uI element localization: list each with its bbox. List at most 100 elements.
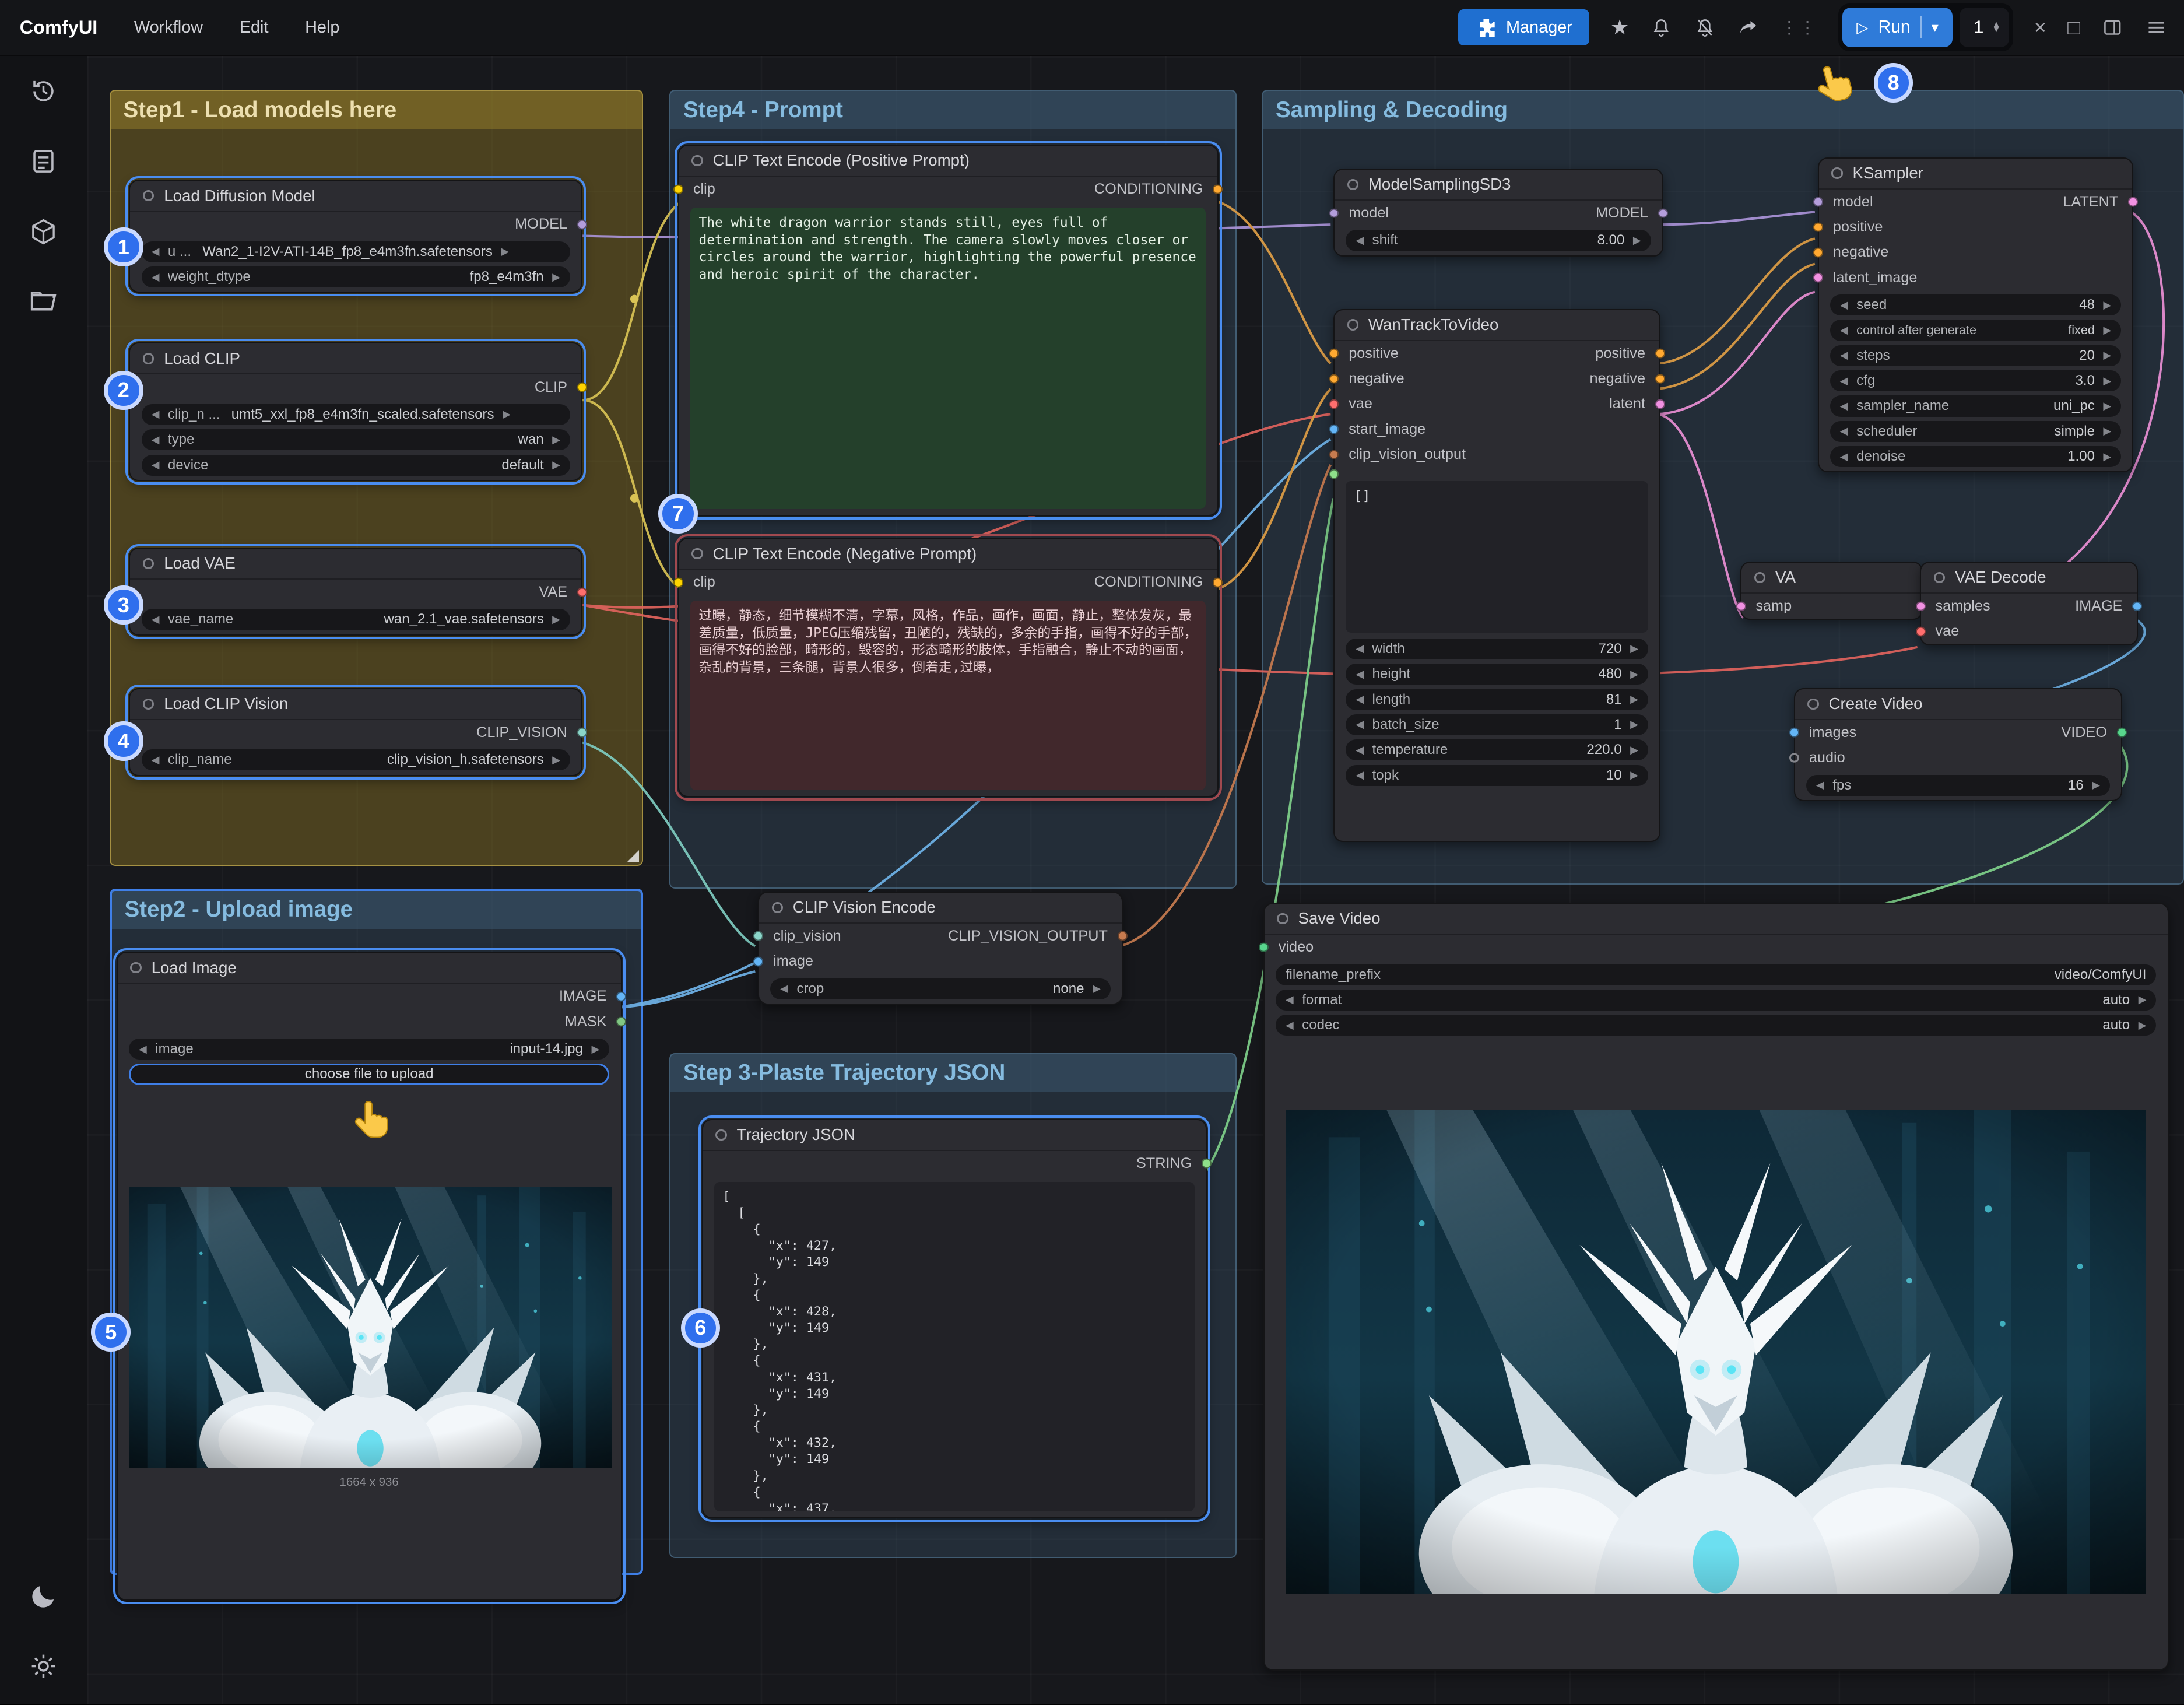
widget-shift[interactable]: ◀shift8.00▶ (1346, 230, 1651, 251)
node-wan-track-to-video[interactable]: WanTrackToVideo positive positive negati… (1333, 309, 1660, 843)
node-header[interactable]: Load CLIP (130, 343, 581, 374)
bell-icon[interactable] (1650, 16, 1673, 39)
node-header[interactable]: Save Video (1265, 904, 2168, 935)
right-arrow-icon[interactable]: ▶ (2103, 299, 2111, 311)
output-slot-latent[interactable] (1655, 399, 1665, 409)
collapse-dot[interactable] (1807, 699, 1818, 710)
widget-type[interactable]: ◀typewan▶ (142, 429, 570, 450)
right-arrow-icon[interactable]: ▶ (1093, 983, 1101, 995)
share-icon[interactable] (1737, 16, 1760, 39)
widget-fps[interactable]: ◀fps16▶ (1806, 775, 2110, 796)
node-header[interactable]: VAE Decode (1921, 563, 2136, 594)
left-arrow-icon[interactable]: ◀ (1816, 779, 1824, 791)
collapse-dot[interactable] (1934, 572, 1945, 583)
right-arrow-icon[interactable]: ▶ (2103, 400, 2111, 412)
widget-sampler-name[interactable]: ◀sampler_nameuni_pc▶ (1830, 395, 2121, 416)
node-header[interactable]: Trajectory JSON (703, 1120, 1206, 1151)
node-clip-vision-encode[interactable]: CLIP Vision Encode clip_vision CLIP_VISI… (758, 892, 1123, 1005)
right-arrow-icon[interactable]: ▶ (2103, 349, 2111, 362)
collapse-dot[interactable] (691, 155, 703, 166)
tracks-textarea[interactable]: [] (1346, 481, 1648, 633)
right-arrow-icon[interactable]: ▶ (2139, 1019, 2147, 1032)
right-arrow-icon[interactable]: ▶ (552, 613, 560, 626)
node-header[interactable]: CLIP Text Encode (Negative Prompt) (679, 539, 1217, 570)
group-resize-handle[interactable] (627, 850, 639, 862)
widget-weight-dtype[interactable]: ◀weight_dtypefp8_e4m3fn▶ (142, 266, 570, 287)
node-header[interactable]: CLIP Text Encode (Positive Prompt) (679, 146, 1217, 177)
choose-file-to-upload-button[interactable]: choose file to upload (129, 1064, 609, 1085)
widget-clip-vision-name[interactable]: ◀clip_nameclip_vision_h.safetensors▶ (142, 749, 570, 770)
left-arrow-icon[interactable]: ◀ (1840, 349, 1848, 362)
input-slot-vae[interactable] (1329, 399, 1339, 409)
right-arrow-icon[interactable]: ▶ (1630, 769, 1638, 781)
output-slot-image[interactable] (2132, 601, 2142, 611)
input-slot-clip[interactable] (673, 184, 683, 194)
positive-prompt-textarea[interactable]: The white dragon warrior stands still, e… (690, 208, 1206, 510)
node-create-video[interactable]: Create Video images VIDEO audio ◀fps16▶ (1794, 688, 2122, 801)
input-slot-negative[interactable] (1813, 247, 1823, 257)
collapse-dot[interactable] (1347, 179, 1358, 190)
maximize-icon[interactable]: □ (2067, 15, 2080, 40)
node-vae-decode-hidden[interactable]: VA samp (1740, 562, 1923, 620)
collapse-dot[interactable] (1831, 167, 1842, 178)
left-arrow-icon[interactable]: ◀ (152, 408, 160, 420)
output-slot-latent[interactable] (2128, 197, 2138, 207)
widget-image-file[interactable]: ◀imageinput-14.jpg▶ (129, 1039, 609, 1060)
node-header[interactable]: ModelSamplingSD3 (1335, 170, 1662, 201)
node-clip-text-encode-positive[interactable]: CLIP Text Encode (Positive Prompt) clip … (678, 145, 1219, 516)
left-arrow-icon[interactable]: ◀ (1840, 451, 1848, 463)
output-slot-clip-vision-output[interactable] (1118, 931, 1128, 941)
right-arrow-icon[interactable]: ▶ (1630, 643, 1638, 655)
collapse-dot[interactable] (130, 962, 141, 973)
input-slot-video[interactable] (1259, 942, 1269, 952)
negative-prompt-textarea[interactable]: 过曝，静态，细节模糊不清，字幕，风格，作品，画作，画面，静止，整体发灰，最差质量… (690, 601, 1206, 790)
widget-topk[interactable]: ◀topk10▶ (1346, 765, 1648, 786)
node-header[interactable]: WanTrackToVideo (1335, 310, 1659, 341)
collapse-dot[interactable] (715, 1129, 726, 1141)
left-arrow-icon[interactable]: ◀ (1840, 324, 1848, 336)
output-slot-negative[interactable] (1655, 374, 1665, 384)
left-arrow-icon[interactable]: ◀ (152, 271, 160, 283)
input-slot-vae[interactable] (1916, 627, 1926, 637)
queue-count-stepper[interactable]: 1 ▲▼ (1960, 8, 2009, 47)
widget-crop[interactable]: ◀cropnone▶ (770, 978, 1110, 999)
output-slot-image[interactable] (616, 991, 626, 1001)
node-load-image[interactable]: Load Image IMAGE MASK ◀imageinput-14.jpg… (117, 952, 622, 1600)
node-header[interactable]: Load Diffusion Model (130, 181, 581, 212)
input-slot-clip[interactable] (673, 577, 683, 587)
input-slot-negative[interactable] (1329, 374, 1339, 384)
widget-denoise[interactable]: ◀denoise1.00▶ (1830, 446, 2121, 467)
right-arrow-icon[interactable]: ▶ (2103, 375, 2111, 387)
node-clip-text-encode-negative[interactable]: CLIP Text Encode (Negative Prompt) clip … (678, 538, 1219, 797)
output-slot-conditioning[interactable] (1213, 184, 1223, 194)
widget-temperature[interactable]: ◀temperature220.0▶ (1346, 739, 1648, 760)
input-slot-model[interactable] (1813, 197, 1823, 207)
manager-button[interactable]: Manager (1458, 9, 1589, 46)
node-save-video[interactable]: Save Video video filename_prefixvideo/Co… (1263, 903, 2169, 1671)
node-load-clip-vision[interactable]: Load CLIP Vision CLIP_VISION ◀clip_namec… (129, 688, 582, 776)
left-arrow-icon[interactable]: ◀ (1356, 693, 1364, 706)
widget-unet-name[interactable]: ◀u ...Wan2_1-I2V-ATI-14B_fp8_e4m3fn.safe… (142, 241, 570, 262)
menu-edit[interactable]: Edit (240, 18, 269, 37)
input-slot-positive[interactable] (1813, 222, 1823, 232)
right-arrow-icon[interactable]: ▶ (2103, 324, 2111, 336)
input-slot-positive[interactable] (1329, 349, 1339, 359)
output-slot-clip[interactable] (577, 383, 587, 392)
right-arrow-icon[interactable]: ▶ (503, 408, 511, 420)
collapse-dot[interactable] (772, 902, 783, 913)
close-icon[interactable]: × (2034, 15, 2046, 40)
node-load-vae[interactable]: Load VAE VAE ◀vae_namewan_2.1_vae.safete… (129, 548, 582, 636)
right-arrow-icon[interactable]: ▶ (1633, 234, 1641, 247)
widget-height[interactable]: ◀height480▶ (1346, 664, 1648, 685)
input-slot-images[interactable] (1789, 728, 1799, 738)
right-arrow-icon[interactable]: ▶ (1630, 718, 1638, 731)
widget-control-after-generate[interactable]: ◀control after generatefixed▶ (1830, 320, 2121, 341)
right-arrow-icon[interactable]: ▶ (2103, 425, 2111, 437)
collapse-dot[interactable] (691, 548, 703, 559)
group-step2-title[interactable]: Step2 - Upload image (112, 891, 641, 929)
node-vae-decode[interactable]: VAE Decode samples IMAGE vae (1920, 562, 2137, 645)
left-arrow-icon[interactable]: ◀ (1356, 234, 1364, 247)
right-arrow-icon[interactable]: ▶ (552, 459, 560, 471)
log-list-icon[interactable] (28, 146, 59, 177)
right-arrow-icon[interactable]: ▶ (552, 271, 560, 283)
